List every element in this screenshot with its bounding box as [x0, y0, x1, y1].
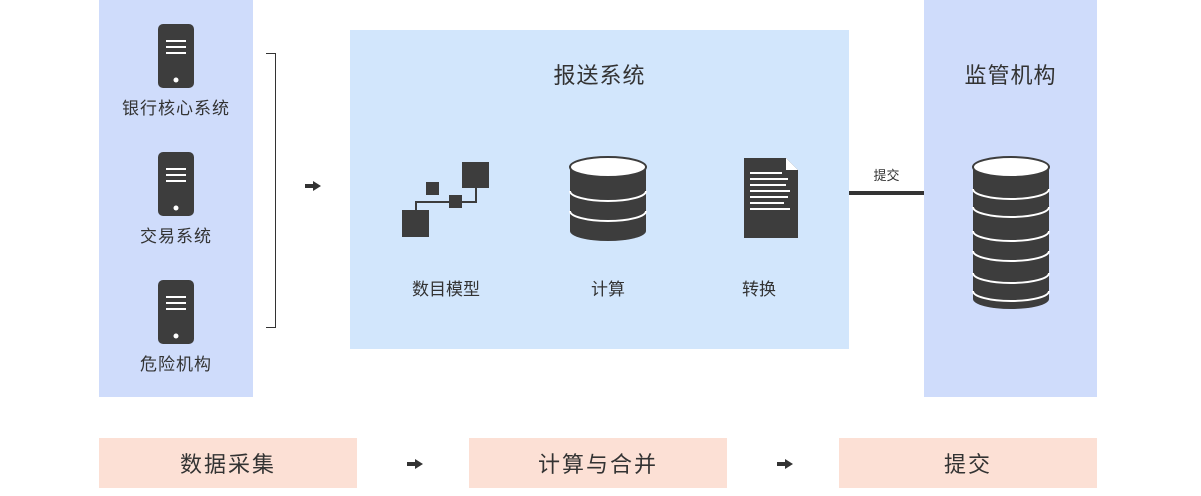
submit-link-line — [849, 191, 924, 195]
reporting-item-label: 转换 — [742, 280, 776, 300]
flowchart-icon — [402, 162, 489, 237]
phone-icon — [158, 152, 194, 216]
phone-icon — [158, 280, 194, 344]
source-label: 交易系统 — [140, 227, 212, 247]
source-trading: 交易系统 — [99, 152, 253, 247]
reporting-system-panel: 报送系统 数目模型 计算 转换 — [350, 30, 849, 349]
step-data-collection: 数据采集 — [99, 438, 357, 488]
arrow-right-icon — [777, 459, 793, 469]
source-label: 危险机构 — [140, 355, 212, 375]
step-submit: 提交 — [839, 438, 1097, 488]
database-icon — [972, 156, 1050, 309]
step-calc-merge: 计算与合并 — [469, 438, 727, 488]
sources-panel: 银行核心系统 交易系统 危险机构 — [99, 0, 253, 397]
reporting-system-title: 报送系统 — [553, 64, 646, 89]
document-icon — [744, 158, 798, 238]
source-label: 银行核心系统 — [122, 99, 230, 119]
source-bank-core: 银行核心系统 — [99, 24, 253, 119]
phone-icon — [158, 24, 194, 88]
database-icon — [569, 156, 647, 241]
reporting-item-label: 数目模型 — [412, 280, 480, 300]
submit-link-label: 提交 — [873, 169, 900, 184]
sources-bracket — [266, 53, 276, 328]
reporting-item-label: 计算 — [591, 280, 625, 300]
source-risk: 危险机构 — [99, 280, 253, 375]
regulator-title: 监管机构 — [964, 64, 1057, 89]
arrow-right-icon — [305, 181, 321, 191]
regulator-panel: 监管机构 — [924, 0, 1097, 397]
arrow-right-icon — [407, 459, 423, 469]
